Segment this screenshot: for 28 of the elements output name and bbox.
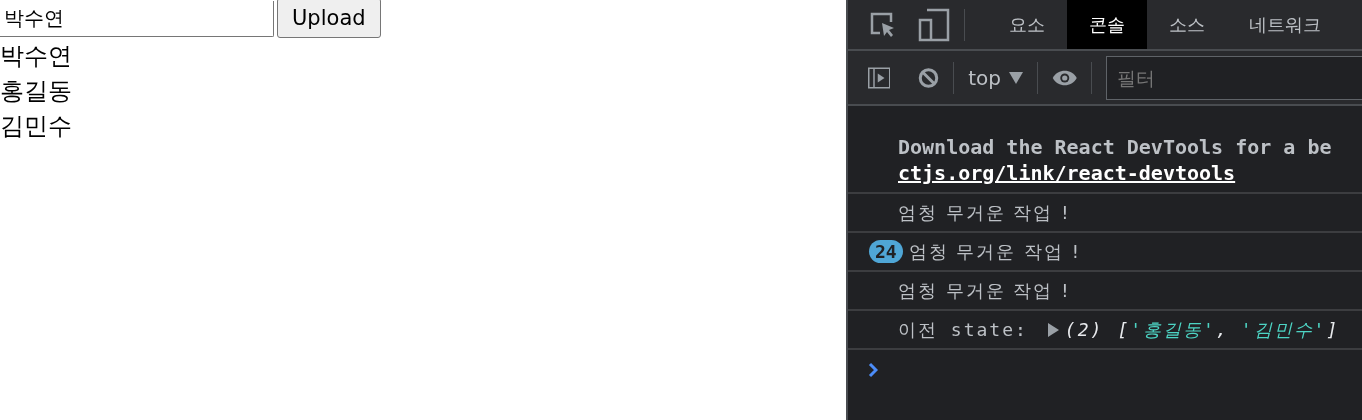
prompt-chevron-icon: [868, 362, 878, 378]
name-item: 김민수: [0, 111, 72, 142]
panel-tab[interactable]: 네트워크: [1227, 0, 1343, 49]
console-message: 엄청 무거운 작업 !: [908, 239, 1082, 264]
context-dropdown[interactable]: top: [968, 65, 1023, 90]
panel-tab[interactable]: 소스: [1147, 0, 1227, 49]
name-input[interactable]: 박수연: [0, 1, 274, 37]
array-length: (2): [1064, 319, 1104, 340]
panel-tab[interactable]: 콘솔: [1067, 0, 1147, 49]
repeat-count-badge: 24: [869, 240, 903, 263]
devtools-link[interactable]: ctjs.org/link/react-devtools: [898, 160, 1236, 186]
name-item: 홍길동: [0, 76, 72, 107]
bracket: ]: [1326, 319, 1340, 340]
console-message: 이전 state:: [898, 317, 1028, 342]
console-message: 엄청 무거운 작업 !: [898, 278, 1071, 303]
console-message: 엄청 무거운 작업 !: [898, 200, 1071, 225]
upload-button[interactable]: Upload: [277, 0, 381, 38]
panel-tab[interactable]: 요소: [987, 0, 1067, 49]
filter-field[interactable]: 필터: [1106, 55, 1362, 100]
device-icon[interactable]: [918, 7, 950, 42]
array-item: '홍길동': [1130, 317, 1216, 342]
caret-icon: [1009, 71, 1023, 84]
console-message: Download the React DevTools for a be: [898, 134, 1332, 160]
comma: ,: [1215, 319, 1229, 340]
expand-arrow-icon[interactable]: [1047, 322, 1059, 337]
name-item: 박수연: [0, 41, 72, 72]
array-item: '김민수': [1240, 317, 1327, 342]
bracket: [: [1117, 319, 1131, 340]
